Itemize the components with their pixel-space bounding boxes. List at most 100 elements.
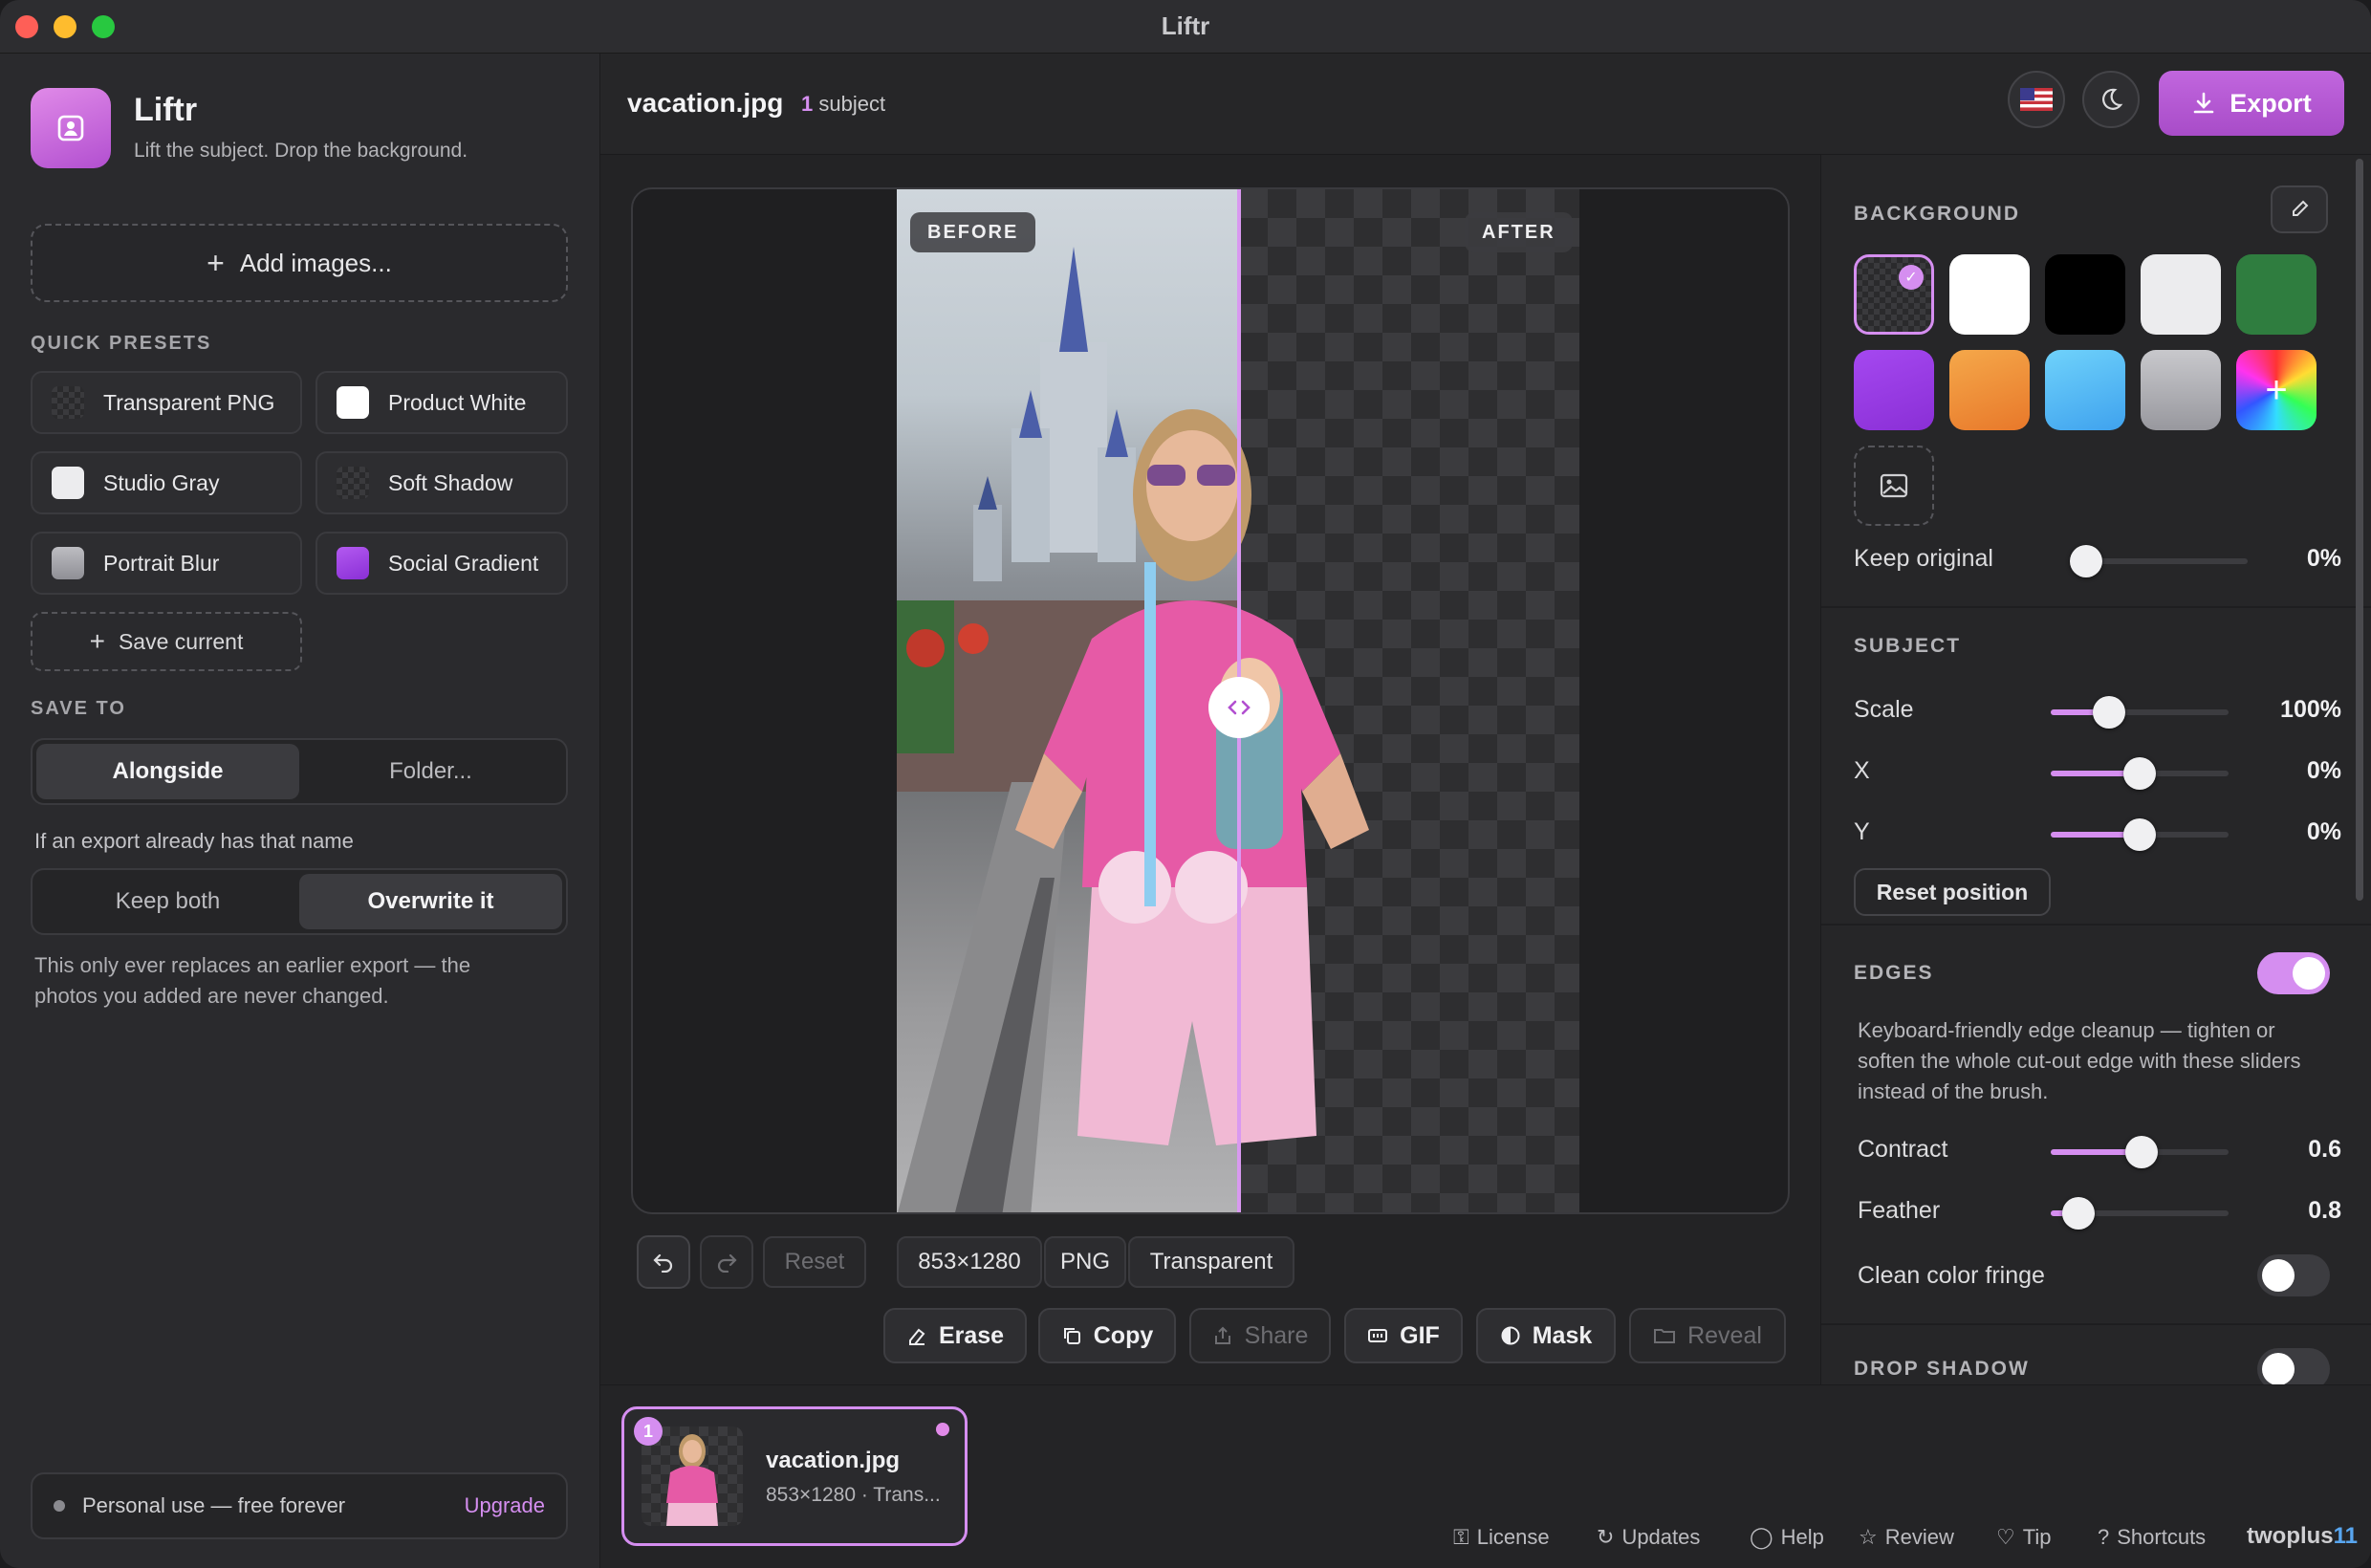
brand-logo[interactable]: twoplus11 [2247, 1523, 2358, 1550]
slider-knob[interactable] [2123, 757, 2156, 790]
preset-studio-gray[interactable]: Studio Gray [31, 451, 302, 514]
conflict-overwrite[interactable]: Overwrite it [299, 874, 562, 929]
drop-shadow-toggle[interactable] [2257, 1348, 2330, 1384]
plus-icon: + [207, 245, 225, 280]
close-window-button[interactable] [15, 15, 38, 38]
subject-figure [1015, 409, 1369, 1145]
save-current-preset-button[interactable]: + Save current [31, 612, 302, 671]
reveal-label: Reveal [1687, 1321, 1762, 1349]
feather-slider[interactable]: Feather 0.8 [1858, 1193, 2341, 1231]
reveal-button[interactable]: Reveal [1629, 1308, 1786, 1363]
slider-knob[interactable] [2125, 1136, 2158, 1168]
format-badge: PNG [1044, 1236, 1126, 1288]
slider-knob[interactable] [2070, 545, 2102, 577]
check-icon: ✓ [1899, 265, 1924, 290]
bg-swatch-sky[interactable] [2045, 350, 2125, 430]
tip-link-label: Tip [2022, 1525, 2052, 1549]
checker-swatch [52, 386, 84, 419]
x-label: X [1854, 757, 1870, 784]
item-name: vacation.jpg [766, 1448, 901, 1473]
bg-swatch-custom-color[interactable]: + [2236, 350, 2317, 430]
export-button[interactable]: Export [2159, 71, 2344, 136]
share-label: Share [1244, 1321, 1309, 1349]
inspector-scrollbar[interactable] [2356, 159, 2363, 901]
preset-label: Product White [388, 389, 527, 415]
updates-link-label: Updates [1621, 1525, 1701, 1549]
language-button[interactable] [2008, 71, 2065, 128]
bg-swatch-white[interactable] [1949, 254, 2030, 335]
question-icon: ? [2098, 1525, 2110, 1549]
slider-knob[interactable] [2062, 1197, 2095, 1230]
background-badge: Transparent [1128, 1236, 1294, 1288]
bg-swatch-orange[interactable] [1949, 350, 2030, 430]
preset-soft-shadow[interactable]: Soft Shadow [315, 451, 568, 514]
mask-button[interactable]: Mask [1476, 1308, 1616, 1363]
theme-toggle-button[interactable] [2082, 71, 2140, 128]
save-to-alongside[interactable]: Alongside [36, 744, 299, 799]
bg-swatch-black[interactable] [2045, 254, 2125, 335]
conflict-segmented: Keep both Overwrite it [31, 868, 568, 935]
slider-knob[interactable] [2093, 696, 2125, 729]
help-link-label: Help [1780, 1525, 1824, 1549]
preset-portrait-blur[interactable]: Portrait Blur [31, 532, 302, 595]
upgrade-link[interactable]: Upgrade [465, 1493, 545, 1518]
edges-toggle[interactable] [2257, 952, 2330, 994]
updates-link[interactable]: ↻ Updates [1597, 1525, 1700, 1550]
preset-label: Social Gradient [388, 550, 539, 576]
add-images-button[interactable]: + Add images... [31, 224, 568, 302]
app-tagline: Lift the subject. Drop the background. [134, 140, 468, 162]
bg-swatch-green[interactable] [2236, 254, 2317, 335]
save-current-label: Save current [118, 628, 244, 654]
x-offset-slider[interactable]: X 0% [1854, 753, 2341, 792]
share-icon [1214, 1326, 1230, 1344]
review-link[interactable]: ☆ Review [1859, 1525, 1954, 1550]
bg-swatch-purple[interactable] [1854, 350, 1934, 430]
copy-button[interactable]: Copy [1038, 1308, 1176, 1363]
save-to-folder[interactable]: Folder... [299, 744, 562, 799]
conflict-label: If an export already has that name [34, 829, 354, 853]
left-right-arrows-icon [1228, 700, 1251, 715]
clean-fringe-toggle[interactable] [2257, 1254, 2330, 1296]
bg-image-button[interactable] [1854, 446, 1934, 526]
film-icon [1368, 1329, 1388, 1342]
toggle-knob [2262, 1353, 2295, 1384]
y-offset-slider[interactable]: Y 0% [1854, 815, 2341, 853]
share-button[interactable]: Share [1189, 1308, 1331, 1363]
filmstrip-item[interactable]: 1 vacation.jpg 853×1280 · Trans... [621, 1406, 968, 1546]
subject-section-label: SUBJECT [1854, 635, 1962, 657]
preset-product-white[interactable]: Product White [315, 371, 568, 434]
contract-slider[interactable]: Contract 0.6 [1858, 1132, 2341, 1170]
redo-button[interactable] [700, 1235, 753, 1289]
white-swatch [337, 386, 369, 419]
gif-button[interactable]: GIF [1344, 1308, 1463, 1363]
scale-slider[interactable]: Scale 100% [1854, 692, 2341, 730]
preset-social-gradient[interactable]: Social Gradient [315, 532, 568, 595]
eyedropper-button[interactable] [2271, 185, 2328, 233]
undo-button[interactable] [637, 1235, 690, 1289]
shortcuts-link[interactable]: ? Shortcuts [2098, 1525, 2206, 1550]
keep-original-slider[interactable]: Keep original 0% [1854, 541, 2341, 579]
preset-label: Studio Gray [103, 469, 220, 495]
preset-transparent-png[interactable]: Transparent PNG [31, 371, 302, 434]
zoom-window-button[interactable] [92, 15, 115, 38]
compare-handle[interactable] [1208, 677, 1270, 738]
erase-button[interactable]: Erase [883, 1308, 1027, 1363]
bg-swatch-transparent[interactable]: ✓ [1854, 254, 1934, 335]
moon-icon [2102, 88, 2123, 110]
edges-description: Keyboard-friendly edge cleanup — tighten… [1858, 1018, 2301, 1103]
unsaved-dot [936, 1423, 949, 1436]
minimize-window-button[interactable] [54, 15, 76, 38]
reset-position-button[interactable]: Reset position [1854, 868, 2051, 916]
tip-link[interactable]: ♡ Tip [1996, 1525, 2051, 1550]
reset-button[interactable]: Reset [763, 1236, 866, 1288]
slider-knob[interactable] [2123, 818, 2156, 851]
bg-swatch-silver[interactable] [2141, 350, 2221, 430]
license-link[interactable]: ⚿ License [1453, 1525, 1550, 1550]
bg-swatch-light-gray[interactable] [2141, 254, 2221, 335]
brand-number: 11 [2333, 1523, 2359, 1549]
conflict-keep-both[interactable]: Keep both [36, 874, 299, 929]
download-icon [2193, 92, 2214, 114]
preview-stage: BEFORE AFTER [631, 187, 1790, 1214]
help-link[interactable]: ◯ Help [1750, 1525, 1824, 1550]
inspector-panel: BACKGROUND ✓ + Keep original 0% SUBJECT [1820, 155, 2371, 1384]
